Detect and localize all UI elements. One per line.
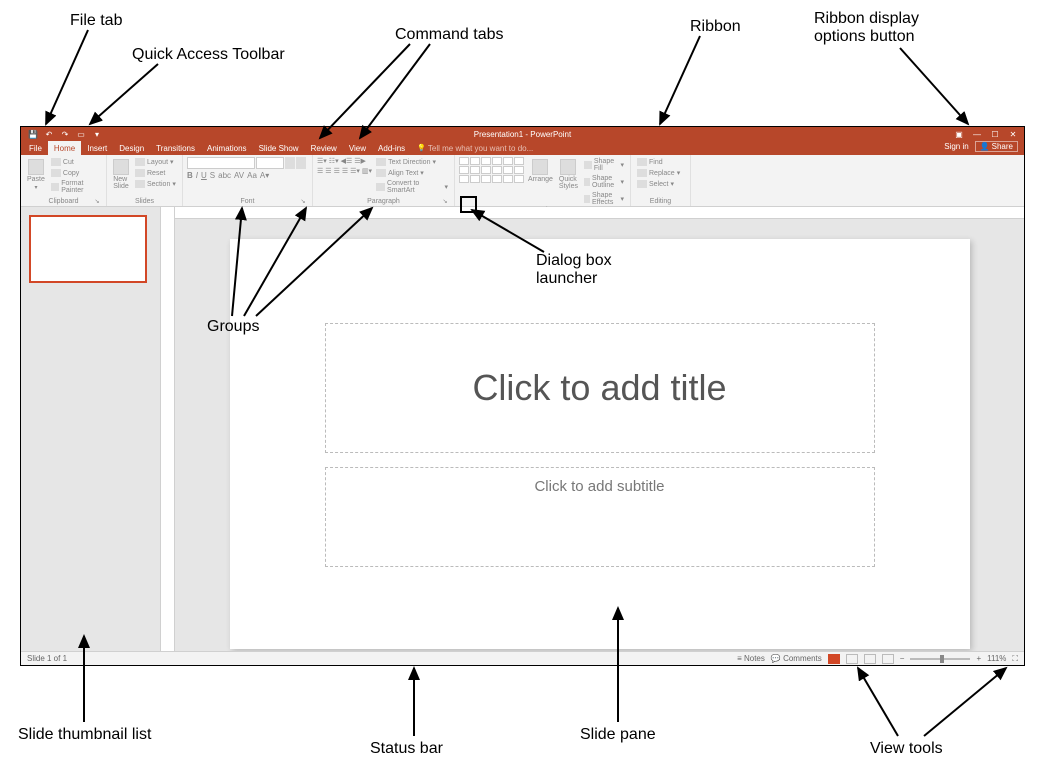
annot-command-tabs: Command tabs bbox=[395, 26, 504, 44]
annot-groups: Groups bbox=[207, 318, 259, 336]
annot-file-tab: File tab bbox=[70, 12, 122, 30]
annot-slide-pane: Slide pane bbox=[580, 726, 656, 744]
annot-thumb-list: Slide thumbnail list bbox=[18, 726, 151, 744]
annot-qat: Quick Access Toolbar bbox=[132, 46, 285, 64]
annot-ribbon-display: Ribbon display options button bbox=[814, 10, 919, 46]
annot-view-tools: View tools bbox=[870, 740, 943, 758]
annot-ribbon: Ribbon bbox=[690, 18, 741, 36]
annot-status-bar: Status bar bbox=[370, 740, 443, 758]
annot-dialog-launcher: Dialog box launcher bbox=[536, 252, 612, 288]
